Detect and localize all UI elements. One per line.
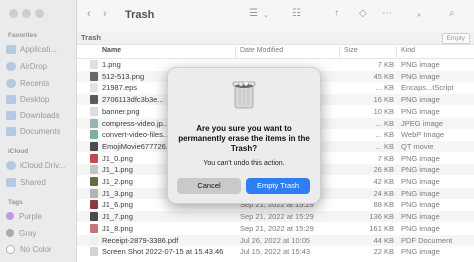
dialog-title: Are you sure you want to permanently era… [178, 124, 310, 153]
finder-window: Favorites Applicati... AirDrop Recents D… [0, 0, 474, 262]
empty-trash-confirm-button[interactable]: Empty Trash [246, 178, 310, 194]
dialog-message: You can't undo this action. [203, 160, 285, 167]
cancel-button[interactable]: Cancel [177, 178, 241, 194]
empty-trash-dialog: Are you sure you want to permanently era… [167, 67, 321, 204]
trash-bin-icon [232, 81, 256, 109]
